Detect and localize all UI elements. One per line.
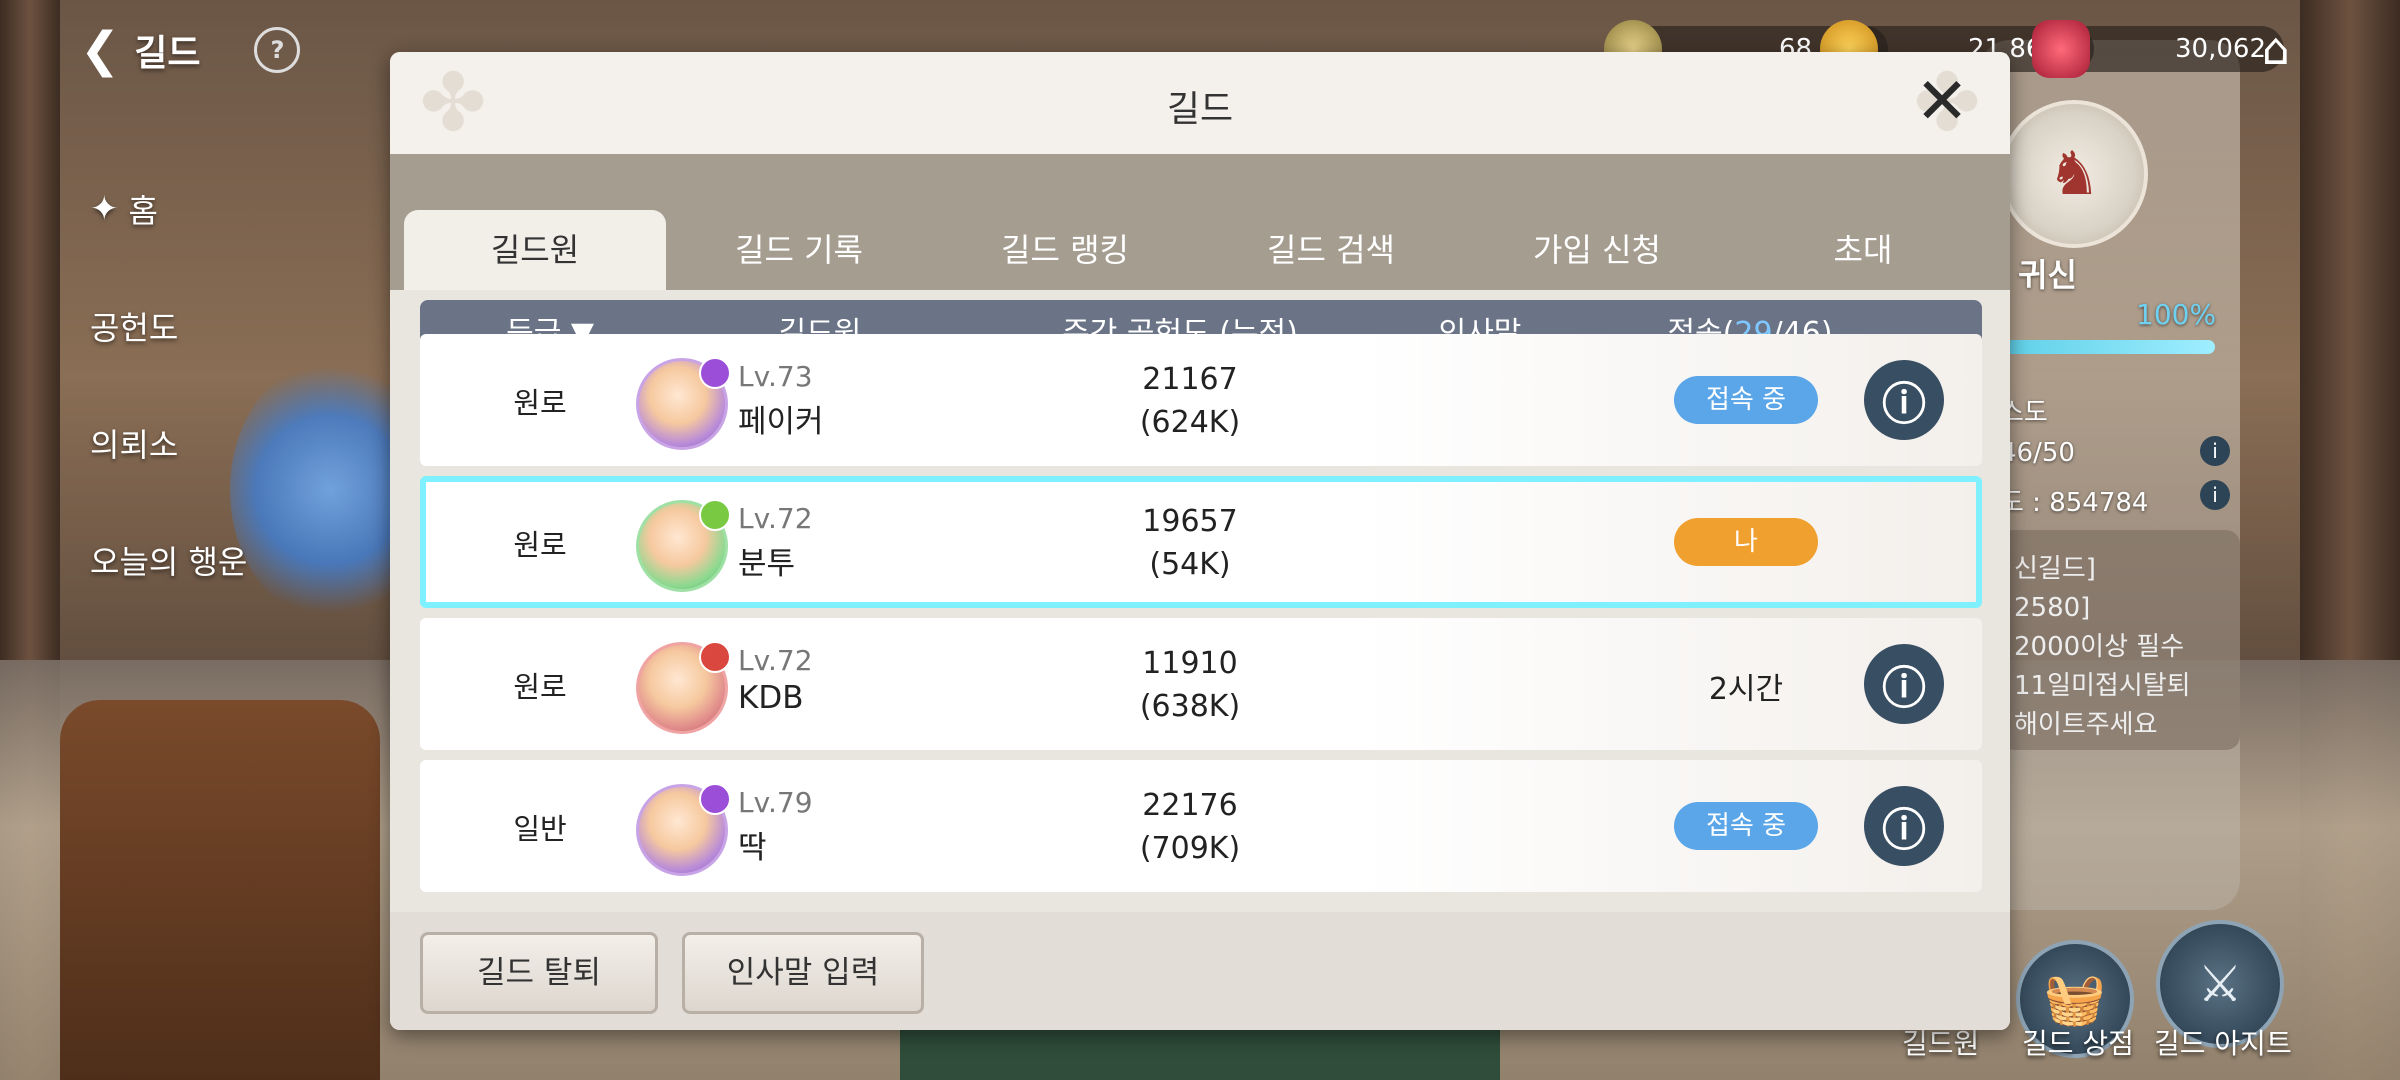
guild-notice-box: 신길드] 2580] 2000이상 필수 11일미접시탈퇴 해이트주세요 (2000, 530, 2240, 750)
screen-title: 길드 (134, 33, 201, 74)
weekly-contribution: 19657 (1142, 504, 1238, 539)
modal-header: ✤ ✤ 길드 ✕ (390, 52, 2010, 154)
modal-title: 길드 (1166, 89, 1234, 130)
basket-icon: 🧺 (2043, 969, 2107, 1028)
close-icon[interactable]: ✕ (1910, 70, 1974, 134)
class-gem-icon (699, 499, 731, 531)
magnifier-info-icon[interactable]: ⓘ (1864, 786, 1944, 866)
weekly-contribution: 22176 (1142, 788, 1238, 823)
background-chair (60, 700, 380, 1080)
class-gem-icon (699, 357, 731, 389)
tab-guild-log[interactable]: 길드 기록 (666, 210, 932, 290)
guild-name: 귀신 (2018, 256, 2077, 294)
status-badge: 접속 중 (1674, 376, 1818, 424)
tab-invite[interactable]: 초대 (1730, 210, 1996, 290)
side-menu-item-home[interactable]: ✦ 홈 (90, 150, 247, 267)
tab-guild-search[interactable]: 길드 검색 (1198, 210, 1464, 290)
weekly-contribution: 21167 (1142, 362, 1238, 397)
tab-members[interactable]: 길드원 (404, 210, 666, 290)
status-badge: 접속 중 (1674, 802, 1818, 850)
side-menu-label: 의뢰소 (90, 425, 179, 464)
guild-notice-line: 해이트주세요 (2014, 710, 2158, 740)
greeting-input-button[interactable]: 인사말 입력 (682, 932, 924, 1014)
member-contribution: 19657 (54K) (1060, 500, 1320, 586)
guild-notice-line: 11일미접시탈퇴 (2014, 671, 2191, 701)
magnifier-info-icon[interactable]: ⓘ (1864, 360, 1944, 440)
tab-bar: 길드원 길드 기록 길드 랭킹 길드 검색 가입 신청 초대 (390, 154, 2010, 290)
total-contribution: (709K) (1139, 831, 1241, 866)
guild-member-count: 46/50 (2000, 438, 2075, 468)
side-menu-label: 홈 (128, 191, 158, 230)
guild-emblem: ♞ (2000, 100, 2148, 248)
guild-modal: ✤ ✤ 길드 ✕ 길드원 길드 기록 길드 랭킹 길드 검색 가입 신청 초대 … (390, 52, 2010, 1030)
self-badge: 나 (1674, 518, 1818, 566)
member-level: Lv.73 (738, 360, 813, 393)
member-row[interactable]: 원로 Lv.72 KDB 11910 (638K) 2시간 ⓘ (420, 618, 1982, 750)
question-icon[interactable]: ? (254, 27, 301, 73)
guild-notice-line: 신길드] (2014, 554, 2096, 584)
guild-exp-bar (2005, 340, 2215, 354)
info-icon[interactable]: i (2200, 480, 2230, 510)
leave-guild-button[interactable]: 길드 탈퇴 (420, 932, 658, 1014)
class-gem-icon (699, 641, 731, 673)
member-avatar (636, 783, 731, 876)
total-contribution: (54K) (1149, 547, 1231, 582)
total-contribution: (638K) (1139, 689, 1241, 724)
bottom-nav-label-hideout[interactable]: 길드 아지트 (2154, 1022, 2292, 1062)
guild-exp-percent: 100% (2136, 298, 2217, 331)
total-contribution: (624K) (1139, 405, 1241, 440)
member-grade: 원로 (513, 670, 567, 704)
guild-exp-bar-fill (2005, 340, 2215, 354)
weekly-contribution: 11910 (1142, 646, 1238, 681)
side-menu-item-daily-luck[interactable]: 오늘의 행운 (90, 501, 247, 618)
member-name: 딱 (738, 830, 767, 866)
guild-contribution: 도 : 854784 (2000, 488, 2149, 518)
member-name: 분투 (738, 546, 796, 582)
sparkle-icon: ✦ (90, 188, 119, 229)
side-menu: ✦ 홈 공헌도 의뢰소 오늘의 행운 (90, 150, 247, 618)
member-contribution: 11910 (638K) (1060, 642, 1320, 728)
last-login-text: 2시간 (1708, 672, 1784, 707)
top-navigation: ❮ 길드 ? (80, 20, 301, 80)
member-contribution: 21167 (624K) (1060, 358, 1320, 444)
guild-notice-line: 2000이상 필수 (2014, 632, 2185, 662)
member-avatar (636, 357, 731, 450)
gem-icon (2032, 20, 2090, 78)
side-menu-item-contribution[interactable]: 공헌도 (90, 267, 247, 384)
class-gem-icon (699, 783, 731, 815)
member-level: Lv.79 (738, 786, 813, 819)
member-grade: 일반 (513, 812, 567, 846)
member-avatar (636, 499, 731, 592)
side-menu-label: 오늘의 행운 (90, 542, 248, 581)
side-menu-label: 공헌도 (90, 308, 179, 347)
member-avatar (636, 641, 731, 734)
home-icon[interactable]: ⌂ (2248, 22, 2304, 78)
side-menu-item-requests[interactable]: 의뢰소 (90, 384, 247, 501)
chevron-left-icon[interactable]: ❮ (80, 22, 120, 78)
crossed-swords-icon: ⚔ (2197, 955, 2243, 1013)
member-level: Lv.72 (738, 644, 813, 677)
guild-info-row: 도 : 854784 (2000, 482, 2148, 519)
guild-info-row: 46/50 (2000, 438, 2075, 468)
member-name: 페이커 (738, 404, 824, 440)
member-name: KDB (738, 680, 804, 716)
member-row[interactable]: 원로 Lv.73 페이커 21167 (624K) 접속 중 ⓘ (420, 334, 1982, 466)
member-grade: 원로 (513, 528, 567, 562)
tab-join-requests[interactable]: 가입 신청 (1464, 210, 1730, 290)
bottom-nav-label-shop[interactable]: 길드 상점 (2022, 1022, 2134, 1062)
magnifier-info-icon[interactable]: ⓘ (1864, 644, 1944, 724)
member-grade: 원로 (513, 386, 567, 420)
guild-notice-line: 2580] (2014, 593, 2091, 623)
member-row[interactable]: 일반 Lv.79 딱 22176 (709K) 접속 중 ⓘ (420, 760, 1982, 892)
member-row-self[interactable]: 원로 Lv.72 분투 19657 (54K) 나 (420, 476, 1982, 608)
tab-guild-ranking[interactable]: 길드 랭킹 (932, 210, 1198, 290)
info-icon[interactable]: i (2200, 436, 2230, 466)
member-contribution: 22176 (709K) (1060, 784, 1320, 870)
member-level: Lv.72 (738, 502, 813, 535)
